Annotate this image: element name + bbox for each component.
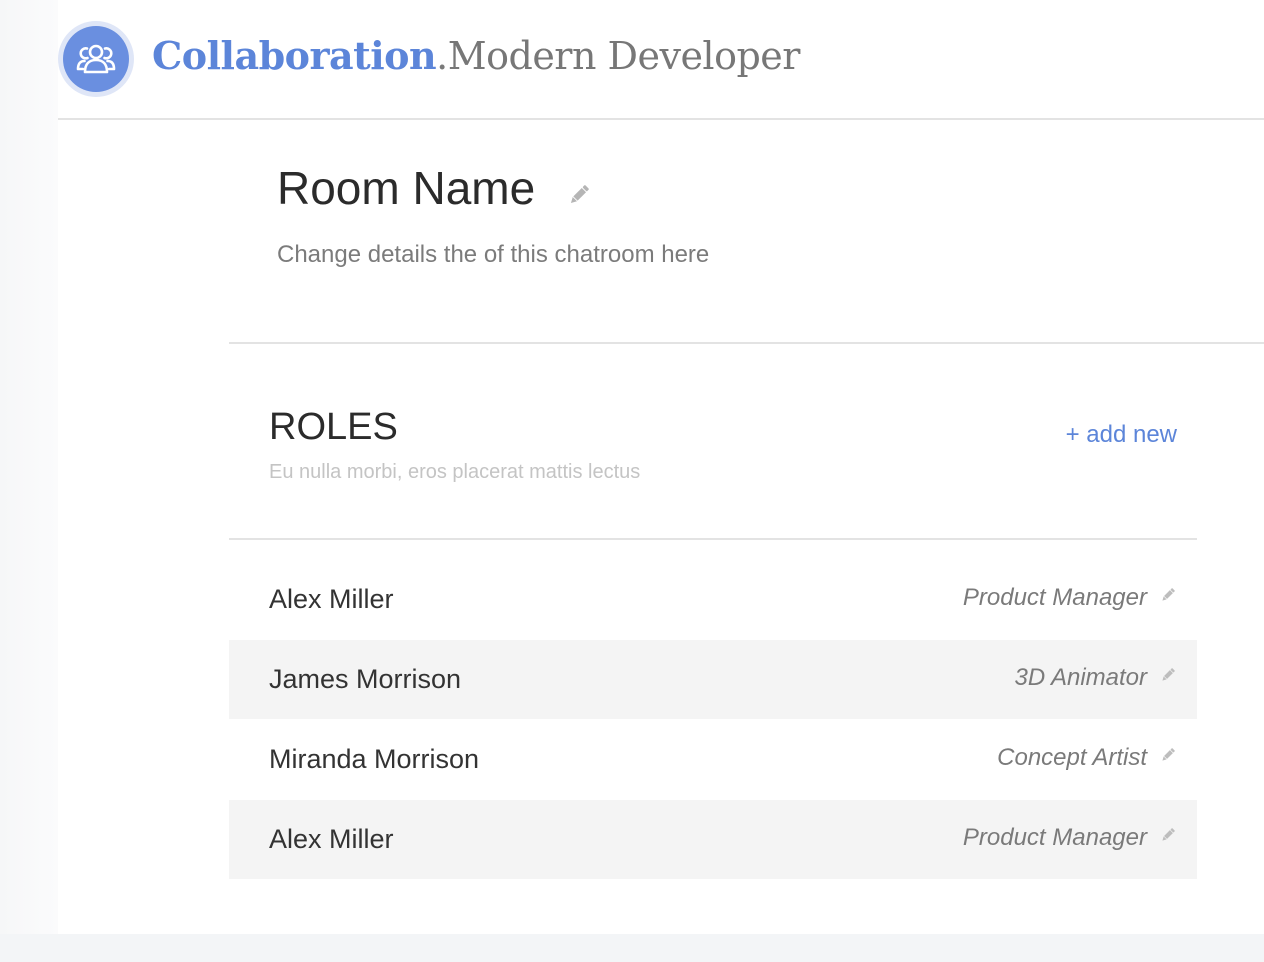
- room-subtitle: Change details the of this chatroom here: [277, 241, 710, 268]
- role-title: Concept Artist: [997, 743, 1147, 771]
- app-logo[interactable]: [58, 21, 134, 97]
- edit-role-button[interactable]: [1159, 666, 1177, 684]
- add-new-role-link[interactable]: + add new: [1066, 420, 1177, 450]
- roles-divider: [229, 538, 1197, 540]
- pencil-icon: [1162, 747, 1175, 761]
- logo-circle: [63, 26, 129, 92]
- room-title: Room Name: [277, 162, 536, 214]
- pencil-icon: [1162, 667, 1175, 681]
- role-title: Product Manager: [962, 583, 1147, 611]
- app-brand[interactable]: Collaboration.Modern Developer: [152, 32, 800, 80]
- app-header: Collaboration.Modern Developer: [58, 0, 1264, 120]
- roles-title: ROLES: [269, 406, 398, 448]
- section-divider: [229, 342, 1264, 344]
- edit-room-name-button[interactable]: [566, 182, 592, 208]
- pencil-icon: [570, 185, 589, 204]
- role-row[interactable]: Alex Miller Product Manager: [229, 800, 1197, 879]
- pencil-icon: [1162, 587, 1175, 601]
- users-group-icon: [76, 44, 116, 74]
- roles-subtitle: Eu nulla morbi, eros placerat mattis lec…: [269, 461, 641, 483]
- member-name: Alex Miller: [269, 824, 394, 854]
- brand-dot: .: [436, 34, 448, 78]
- member-name: Alex Miller: [269, 584, 394, 614]
- role-row[interactable]: Miranda Morrison Concept Artist: [229, 720, 1197, 799]
- role-assignment: 3D Animator: [1015, 664, 1178, 692]
- member-name: Miranda Morrison: [269, 744, 480, 774]
- role-title: Product Manager: [962, 823, 1147, 851]
- brand-secondary: Modern Developer: [447, 34, 801, 78]
- role-title: 3D Animator: [1014, 663, 1148, 691]
- role-assignment: Concept Artist: [997, 744, 1177, 772]
- edit-role-button[interactable]: [1159, 746, 1177, 764]
- role-row[interactable]: Alex Miller Product Manager: [229, 560, 1197, 639]
- pencil-icon: [1162, 827, 1175, 841]
- role-row[interactable]: James Morrison 3D Animator: [229, 640, 1197, 719]
- edit-role-button[interactable]: [1159, 826, 1177, 844]
- edit-role-button[interactable]: [1159, 586, 1177, 604]
- bottom-strip: [0, 934, 1264, 962]
- brand-primary: Collaboration: [152, 33, 437, 78]
- role-assignment: Product Manager: [963, 824, 1177, 852]
- role-assignment: Product Manager: [963, 584, 1177, 612]
- left-gutter: [0, 0, 58, 934]
- roles-list: Alex Miller Product Manager James Morris…: [229, 560, 1197, 880]
- member-name: James Morrison: [269, 664, 462, 694]
